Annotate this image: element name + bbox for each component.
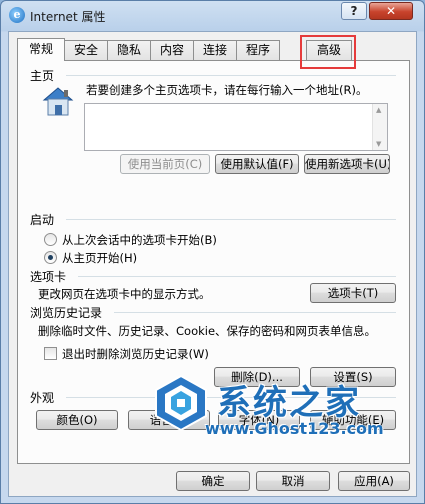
history-title: 浏览历史记录: [30, 306, 103, 320]
textarea-scrollbar[interactable]: ▲ ▼: [372, 104, 387, 150]
homepage-divider: [66, 75, 396, 76]
cancel-button[interactable]: 取消: [256, 471, 330, 491]
tabs-settings-button[interactable]: 选项卡(T): [310, 283, 396, 303]
tab-privacy[interactable]: 隐私: [107, 40, 151, 60]
startup-divider: [66, 219, 396, 220]
scroll-down-arrow-icon[interactable]: ▼: [376, 140, 381, 148]
home-icon: [42, 87, 74, 116]
title-bar[interactable]: e Internet 属性 ? ✕: [1, 1, 424, 29]
homepage-url-textarea[interactable]: ▲ ▼: [84, 103, 388, 151]
internet-options-window: e Internet 属性 ? ✕ 常规 安全 隐私 内容 连接 程序 高级 主…: [0, 0, 425, 504]
radio-last-session-label: 从上次会话中的选项卡开始(B): [62, 233, 217, 247]
radio-home-page[interactable]: [44, 251, 57, 264]
delete-on-exit-checkbox[interactable]: [44, 347, 57, 360]
tab-content[interactable]: 内容: [150, 40, 194, 60]
radio-last-session[interactable]: [44, 233, 57, 246]
startup-title: 启动: [30, 213, 55, 227]
tab-general[interactable]: 常规: [17, 38, 65, 61]
colors-button[interactable]: 颜色(O): [36, 410, 118, 430]
tabs-section-description: 更改网页在选项卡中的显示方式。: [38, 287, 211, 301]
apply-button[interactable]: 应用(A): [338, 471, 410, 491]
ok-button[interactable]: 确定: [176, 471, 250, 491]
tab-security[interactable]: 安全: [64, 40, 108, 60]
advanced-tab-highlight: [300, 35, 356, 69]
ie-icon: e: [9, 7, 25, 23]
history-divider: [114, 312, 396, 313]
appearance-title: 外观: [30, 391, 55, 405]
window-title: Internet 属性: [30, 10, 106, 24]
watermark-title: 系统之家: [217, 383, 361, 423]
homepage-description: 若要创建多个主页选项卡，请在每行输入一个地址(R)。: [86, 83, 368, 97]
tab-programs[interactable]: 程序: [236, 40, 280, 60]
use-new-tab-button[interactable]: 使用新选项卡(U): [304, 154, 390, 174]
use-current-button[interactable]: 使用当前页(C): [120, 154, 210, 174]
use-default-button[interactable]: 使用默认值(F): [215, 154, 299, 174]
watermark-logo-icon: [155, 374, 207, 432]
help-button[interactable]: ?: [341, 2, 367, 20]
scroll-up-arrow-icon[interactable]: ▲: [376, 106, 381, 114]
homepage-title: 主页: [30, 69, 55, 83]
tab-connections[interactable]: 连接: [193, 40, 237, 60]
close-button[interactable]: ✕: [369, 2, 413, 20]
radio-home-page-label: 从主页开始(H): [62, 251, 138, 265]
tabs-section-title: 选项卡: [30, 270, 67, 284]
watermark: 系统之家 www.Ghost123.com: [151, 373, 406, 468]
delete-on-exit-label: 退出时删除浏览历史记录(W): [62, 347, 209, 361]
watermark-url: www.Ghost123.com: [205, 419, 384, 438]
history-description: 删除临时文件、历史记录、Cookie、保存的密码和网页表单信息。: [38, 324, 377, 338]
tabs-section-divider: [78, 276, 396, 277]
